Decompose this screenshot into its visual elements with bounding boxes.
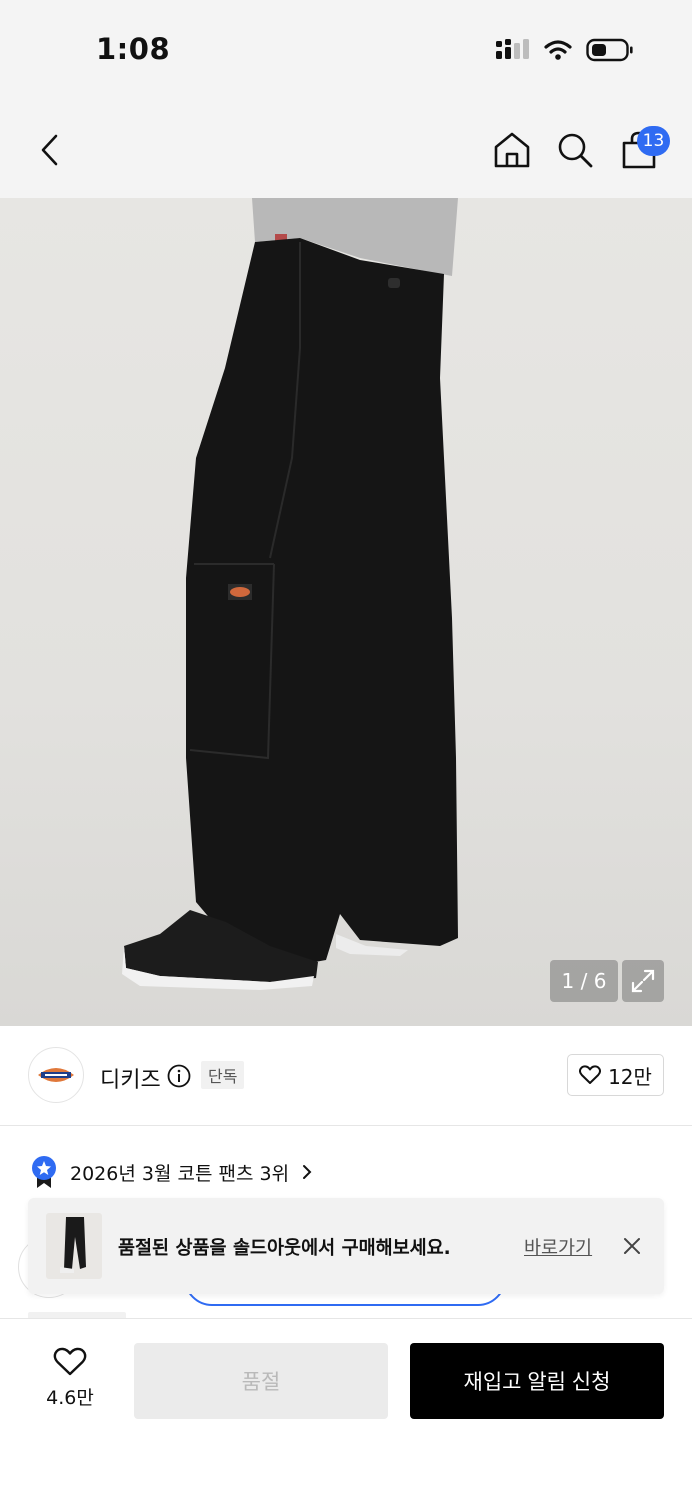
info-icon[interactable] [167,1064,191,1088]
wishlist-count: 4.6만 [46,1387,94,1409]
ranking-text: 2026년 3월 코튼 팬츠 3위 [70,1162,290,1185]
brand-name[interactable]: 디키즈 [100,1062,161,1094]
restock-alert-button[interactable]: 재입고 알림 신청 [410,1343,664,1419]
status-time: 1:08 [96,32,171,66]
ranking-medal-icon [32,1156,56,1188]
battery-icon [586,38,633,62]
heart-icon [53,1347,87,1376]
back-arrow-icon [41,134,58,166]
cellular-signal-icon [496,39,529,59]
pants-thumbnail-image [60,1217,86,1273]
expand-image-button[interactable] [622,960,664,1002]
brand-logo[interactable] [28,1047,84,1103]
toast-product-thumbnail [46,1213,102,1279]
product-photo-pants [122,198,458,990]
toast-close-button[interactable] [620,1234,644,1258]
brand-like-count: 12만 [608,1064,652,1089]
product-image[interactable] [0,198,692,1026]
brand-like-button[interactable]: 12만 [567,1054,664,1096]
back-button[interactable] [28,128,72,172]
image-counter: 1 / 6 [550,960,618,1002]
dickies-logo-icon [38,1068,74,1082]
ranking-link[interactable]: 2026년 3월 코튼 팬츠 3위 [30,1152,313,1192]
chevron-right-icon [303,1165,312,1179]
home-icon [494,132,530,168]
top-navigation [0,100,692,198]
soldout-button: 품절 [134,1343,388,1419]
search-icon [558,133,593,168]
expand-icon [631,969,655,993]
exclusive-badge: 단독 [201,1061,245,1089]
wishlist-button[interactable]: 4.6만 [30,1347,110,1410]
bottom-action-bar: 4.6만 품절 재입고 알림 신청 [0,1318,692,1500]
brand-row: 디키즈 단독 12만 [0,1026,692,1126]
heart-icon [579,1065,602,1084]
wifi-icon [544,40,572,60]
toast-message: 품절된 상품을 솔드아웃에서 구매해보세요. [118,1238,451,1259]
close-icon [624,1238,640,1254]
status-bar: 1:08 [0,0,692,100]
status-icons [496,38,634,62]
home-button[interactable] [490,128,534,172]
search-button[interactable] [553,128,597,172]
soldout-toast: 품절된 상품을 솔드아웃에서 구매해보세요. 바로가기 [28,1198,664,1294]
toast-go-link[interactable]: 바로가기 [524,1234,592,1260]
cart-count-badge: 13 [637,126,670,156]
